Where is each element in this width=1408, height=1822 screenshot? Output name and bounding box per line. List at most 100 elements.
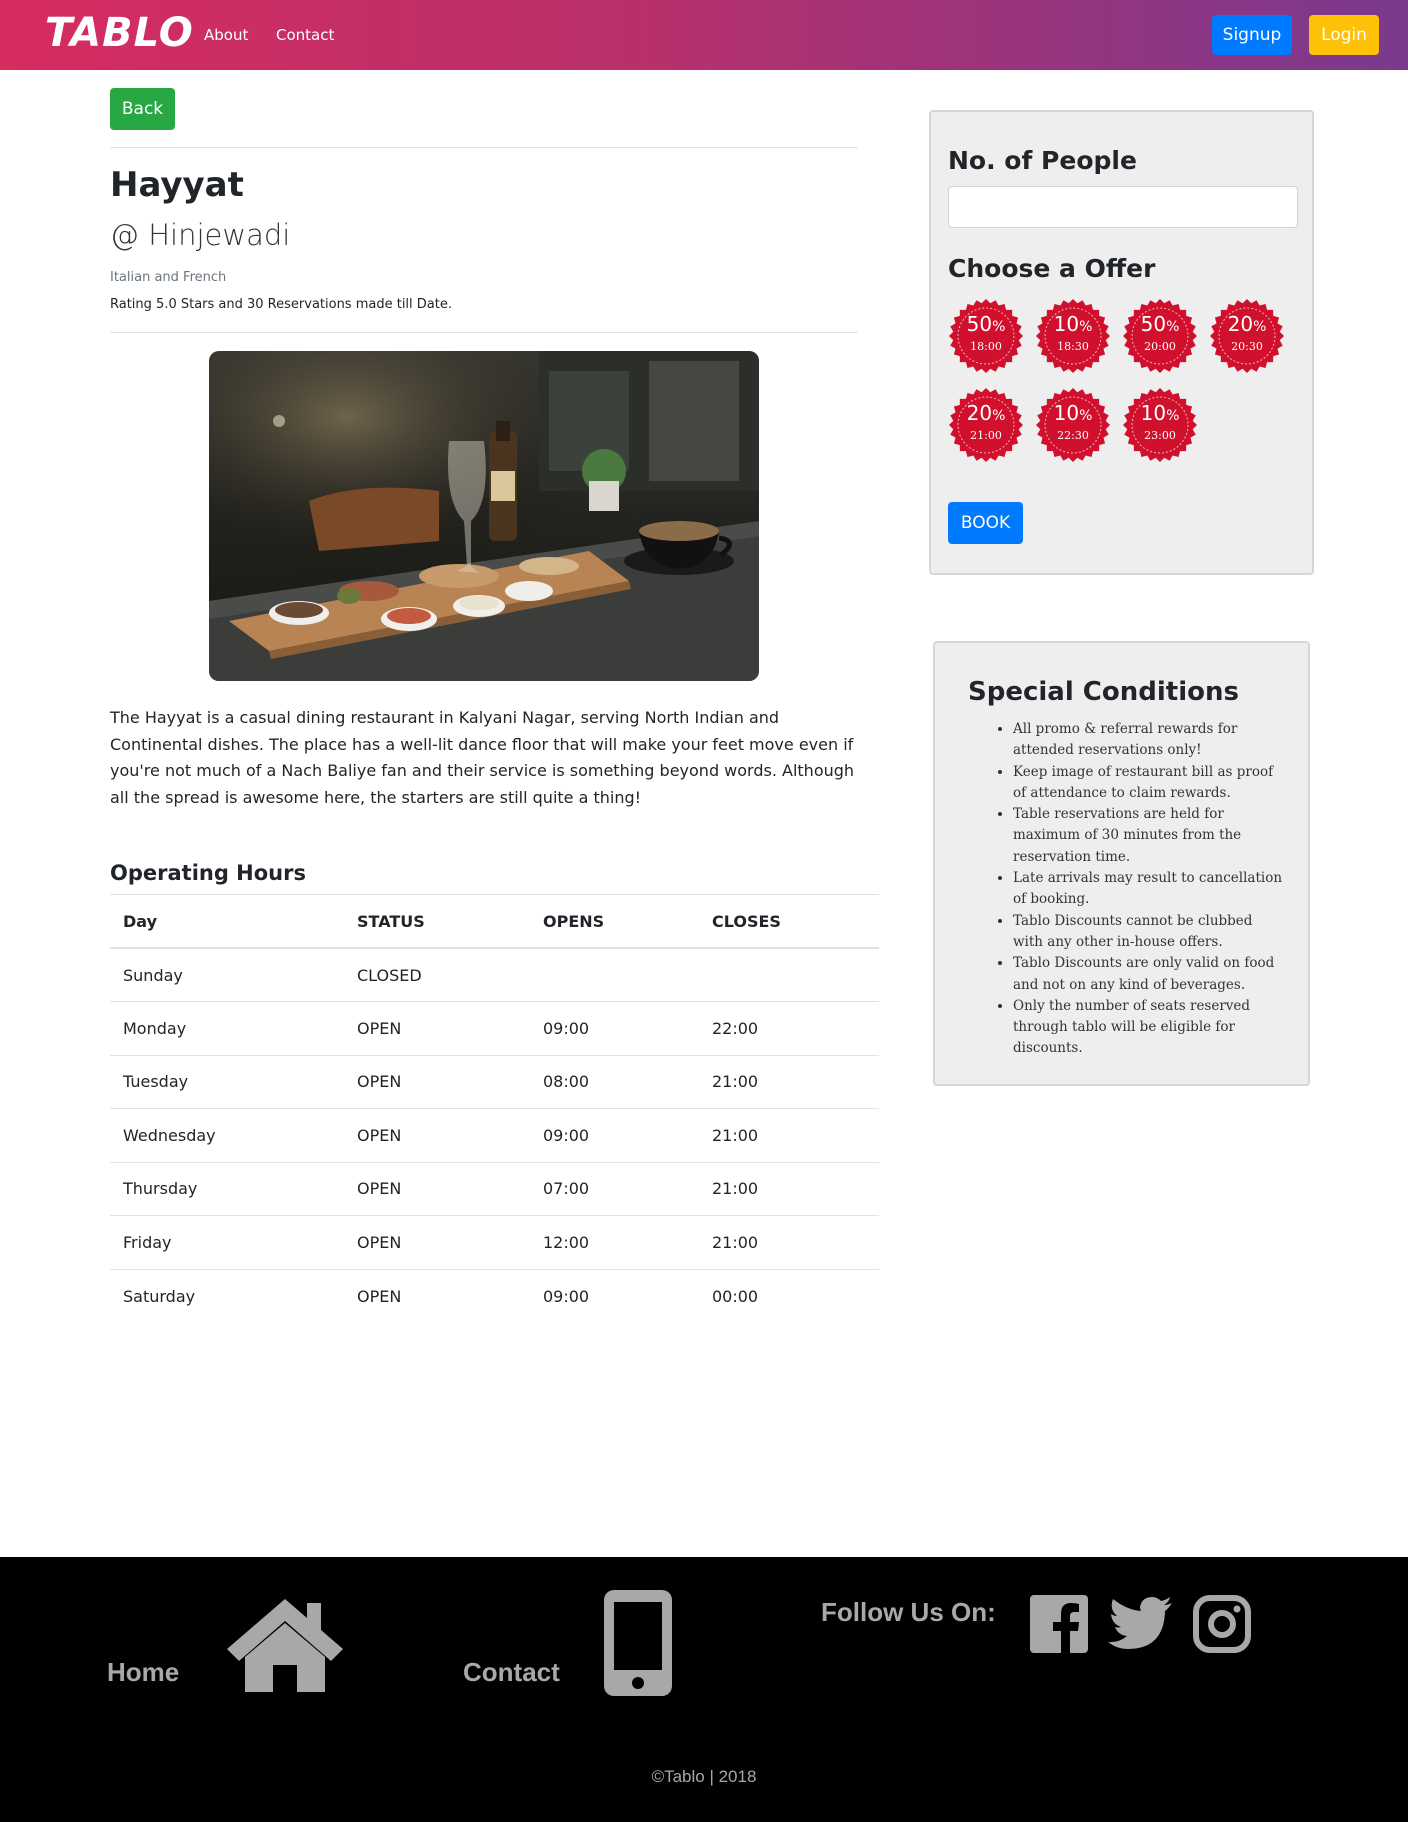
table-row: Tuesday OPEN 08:00 21:00 [110,1054,879,1109]
day-cell: Tuesday [110,1054,344,1109]
table-row: Sunday CLOSED [110,947,879,1002]
table-row: Friday OPEN 12:00 21:00 [110,1215,879,1269]
footer-contact-link[interactable]: Contact [463,1657,560,1688]
offer-time: 22:30 [1057,429,1089,442]
status-cell: CLOSED [344,947,530,1002]
offer-badge[interactable]: 20% 21:00 [948,387,1024,463]
offer-badge[interactable]: 50% 18:00 [948,298,1024,374]
list-item: Keep image of restaurant bill as proof o… [1013,762,1283,805]
offer-seal-icon [1123,299,1197,373]
offer-badge[interactable]: 10% 22:30 [1035,387,1111,463]
people-count-input[interactable] [948,186,1298,228]
closes-cell: 21:00 [699,1108,879,1162]
closes-cell: 00:00 [699,1268,879,1323]
book-button[interactable]: BOOK [948,502,1023,544]
nav-link-contact[interactable]: Contact [276,26,334,44]
people-label: No. of People [948,146,1137,175]
column-header: CLOSES [699,894,879,949]
offer-seal-icon [949,299,1023,373]
offer-percent: 50 [966,312,993,336]
offer-badge[interactable]: 10% 18:30 [1035,298,1111,374]
offer-badge[interactable]: 20% 20:30 [1209,298,1285,374]
home-icon[interactable] [225,1597,345,1692]
day-cell: Saturday [110,1268,344,1323]
list-item: All promo & referral rewards for attende… [1013,719,1283,762]
operating-hours-table: Day STATUS OPENS CLOSES Sunday CLOSED Mo… [110,894,879,1323]
table-row: Saturday OPEN 09:00 00:00 [110,1268,879,1323]
opens-cell: 09:00 [530,1001,699,1055]
column-header: OPENS [530,894,699,949]
list-item: Late arrivals may result to cancellation… [1013,868,1283,911]
percent-sign: % [1253,319,1267,335]
signup-button[interactable]: Signup [1212,15,1292,55]
offer-percent: 20 [1227,312,1254,336]
navbar: TABLO About Contact Signup Login [0,0,1408,70]
percent-sign: % [1166,408,1180,424]
day-cell: Monday [110,1001,344,1055]
status-cell: OPEN [344,1161,530,1216]
offer-percent: 10 [1140,401,1167,425]
day-cell: Sunday [110,947,344,1002]
facebook-icon[interactable] [1030,1595,1088,1653]
table-row: Wednesday OPEN 09:00 21:00 [110,1108,879,1162]
restaurant-description: The Hayyat is a casual dining restaurant… [110,708,855,807]
percent-sign: % [992,408,1006,424]
restaurant-location: @ Hinjewadi [110,218,291,252]
restaurant-photo [209,351,759,681]
offer-time: 20:30 [1231,340,1263,353]
percent-sign: % [992,319,1006,335]
status-cell: OPEN [344,1001,530,1055]
follow-us-label: Follow Us On: [821,1597,996,1627]
offer-time: 18:30 [1057,340,1089,353]
table-row: Monday OPEN 09:00 22:00 [110,1001,879,1055]
list-item: Only the number of seats reserved throug… [1013,996,1283,1060]
offer-time: 23:00 [1144,429,1176,442]
restaurant-rating: Rating 5.0 Stars and 30 Reservations mad… [110,297,452,312]
special-conditions-card: Special Conditions All promo & referral … [933,641,1310,1086]
mobile-phone-icon[interactable] [604,1590,672,1696]
offer-time: 20:00 [1144,340,1176,353]
opens-cell: 12:00 [530,1215,699,1269]
opens-cell: 08:00 [530,1054,699,1109]
closes-cell: 22:00 [699,1001,879,1055]
booking-card: No. of People Choose a Offer 50% 18:00 1… [929,110,1314,575]
twitter-icon[interactable] [1108,1597,1172,1651]
brand-logo[interactable]: TABLO [45,10,194,56]
offer-badge[interactable]: 10% 23:00 [1122,387,1198,463]
offer-seal-icon [1123,388,1197,462]
closes-cell: 21:00 [699,1054,879,1109]
opens-cell: 07:00 [530,1161,699,1216]
footer-home-link[interactable]: Home [107,1657,179,1688]
percent-sign: % [1166,319,1180,335]
offer-seal-icon [1210,299,1284,373]
day-cell: Friday [110,1215,344,1269]
offer-label: Choose a Offer [948,254,1156,283]
opens-cell: 09:00 [530,1268,699,1323]
nav-link-about[interactable]: About [204,26,248,44]
day-cell: Thursday [110,1161,344,1216]
percent-sign: % [1079,408,1093,424]
closes-cell [699,947,879,1002]
offer-percent: 20 [966,401,993,425]
divider [110,332,858,333]
list-item: Table reservations are held for maximum … [1013,804,1283,868]
table-row: Thursday OPEN 07:00 21:00 [110,1161,879,1216]
offer-badge[interactable]: 50% 20:00 [1122,298,1198,374]
footer: Home Contact Follow Us On: ©Tablo | 2018 [0,1557,1408,1822]
login-button[interactable]: Login [1309,15,1379,55]
status-cell: OPEN [344,1215,530,1269]
list-item: Tablo Discounts are only valid on food a… [1013,953,1283,996]
list-item: Tablo Discounts cannot be clubbed with a… [1013,911,1283,954]
status-cell: OPEN [344,1268,530,1323]
offer-percent: 10 [1053,401,1080,425]
back-button[interactable]: Back [110,88,175,130]
closes-cell: 21:00 [699,1161,879,1216]
column-header: STATUS [344,894,530,949]
instagram-icon[interactable] [1193,1595,1251,1653]
offer-percent: 50 [1140,312,1167,336]
offer-time: 21:00 [970,429,1002,442]
divider [110,147,858,148]
day-cell: Wednesday [110,1108,344,1162]
offer-time: 18:00 [970,340,1002,353]
opens-cell: 09:00 [530,1108,699,1162]
